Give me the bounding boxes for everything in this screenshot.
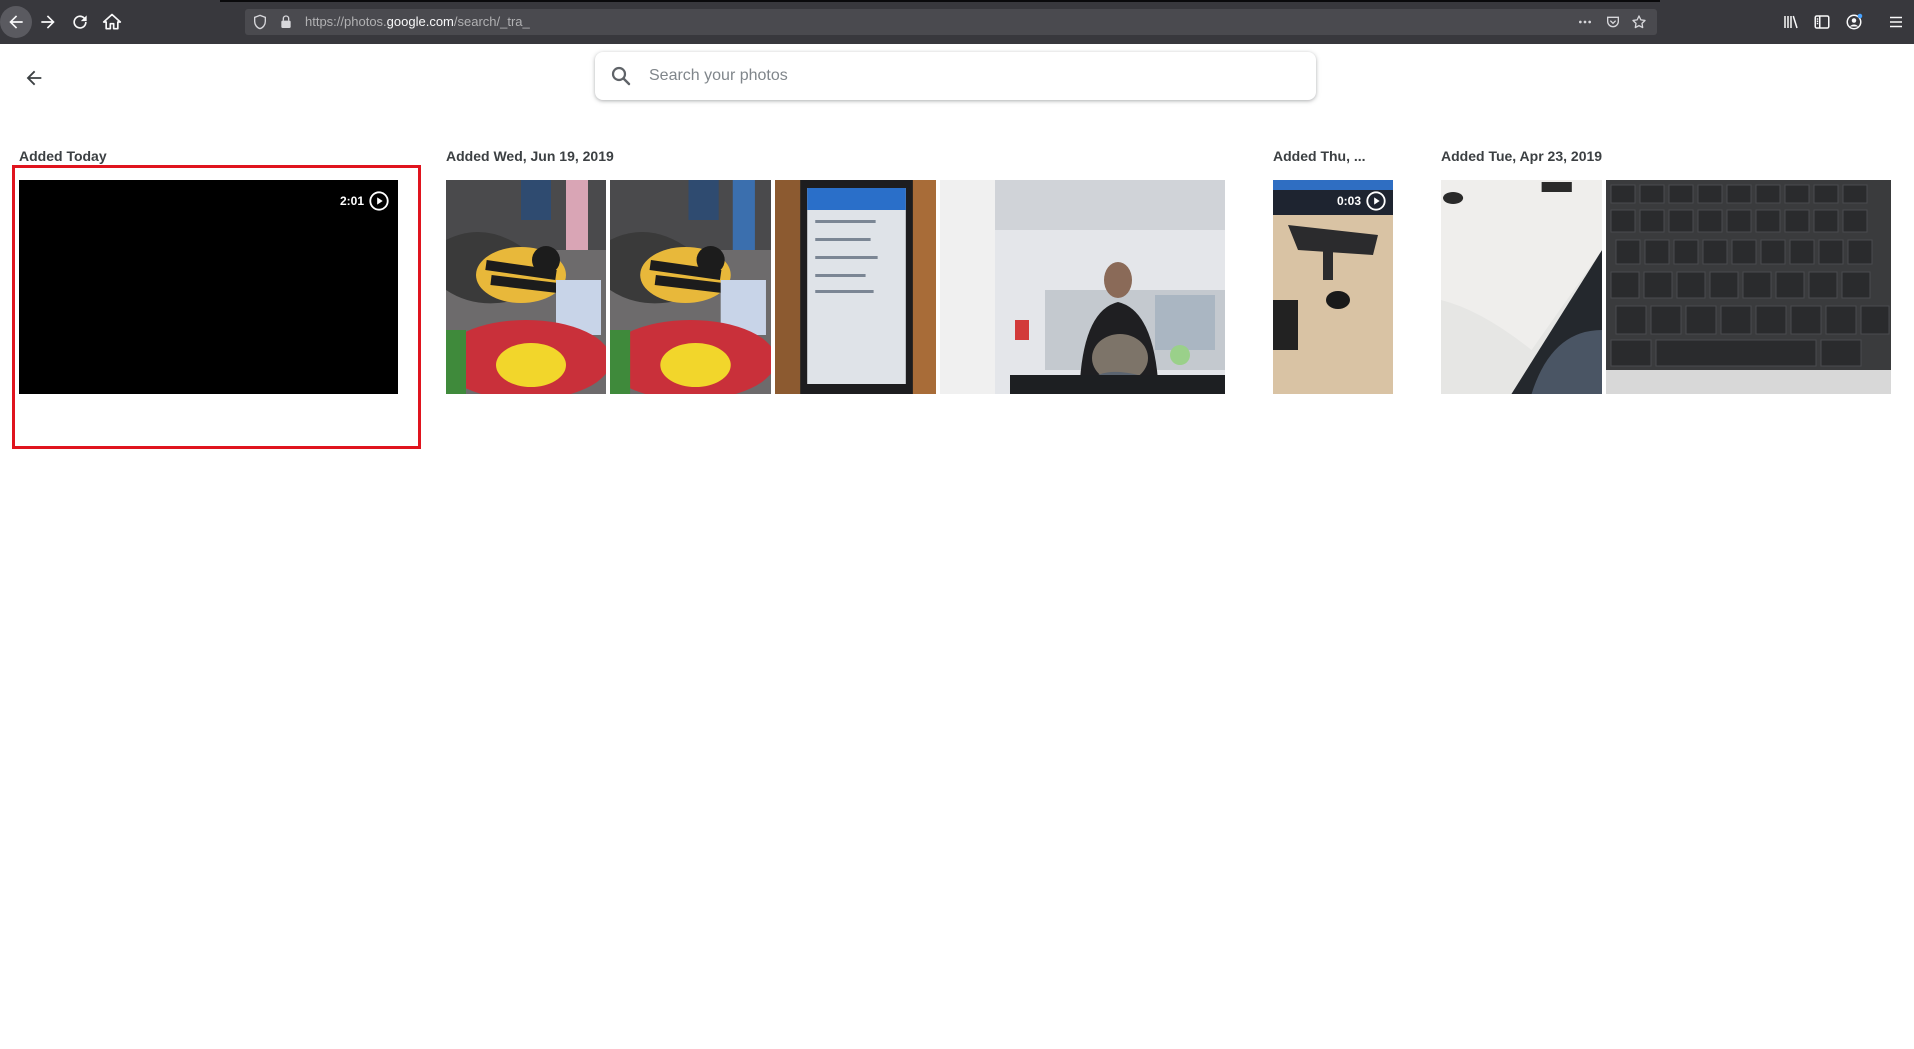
photo-thumbnail[interactable]: [775, 180, 936, 394]
menu-icon[interactable]: [1885, 11, 1907, 33]
photo-phone-screen: [775, 180, 936, 394]
photo-desk-corner: [1441, 180, 1602, 394]
photo-desk-mouse: [1273, 180, 1393, 394]
browser-reload-button[interactable]: [66, 8, 94, 36]
url-prefix: https://photos.: [305, 14, 387, 29]
browser-back-button[interactable]: [0, 6, 32, 38]
lock-icon[interactable]: [277, 13, 295, 31]
account-icon[interactable]: [1843, 11, 1865, 33]
video-duration-badge: 0:03: [1337, 190, 1387, 212]
video-duration-badge: 2:01: [340, 190, 390, 212]
url-text[interactable]: https://photos.google.com/search/_tra_: [305, 14, 530, 29]
search-bar[interactable]: [595, 52, 1316, 100]
sidebar-icon[interactable]: [1811, 11, 1833, 33]
photo-thumbnail[interactable]: [1606, 180, 1891, 394]
photo-thumbnail[interactable]: [610, 180, 771, 394]
photo-thumbnail[interactable]: [1441, 180, 1602, 394]
star-icon[interactable]: [1630, 13, 1648, 31]
back-icon: [9, 15, 23, 29]
more-icon[interactable]: [1576, 13, 1594, 31]
photo-bee-flower: [446, 180, 606, 394]
address-bar[interactable]: https://photos.google.com/search/_tra_: [245, 9, 1657, 35]
play-icon: [1366, 191, 1386, 211]
page-back-button[interactable]: [18, 62, 50, 94]
library-icon[interactable]: [1780, 11, 1802, 33]
browser-toolbar: https://photos.google.com/search/_tra_: [0, 0, 1914, 44]
browser-home-button[interactable]: [98, 8, 126, 36]
group-title-today: Added Today: [19, 148, 107, 164]
shield-icon[interactable]: [251, 13, 269, 31]
reload-icon: [73, 15, 87, 29]
arrow-back-icon: [26, 70, 42, 86]
pocket-icon[interactable]: [1604, 13, 1622, 31]
photo-office: [940, 180, 1225, 394]
video-duration: 0:03: [1336, 194, 1361, 208]
video-thumbnail-today[interactable]: 2:01: [19, 180, 398, 394]
photo-thumbnail[interactable]: [446, 180, 606, 394]
url-domain: google.com: [386, 14, 454, 29]
tab-strip-line: [220, 0, 1660, 2]
home-icon: [102, 13, 122, 30]
video-thumbnail-thu[interactable]: 0:03: [1273, 180, 1393, 394]
search-icon[interactable]: [609, 64, 633, 88]
video-duration: 2:01: [339, 194, 364, 208]
photo-keyboard: [1606, 180, 1891, 394]
photo-thumbnail[interactable]: [940, 180, 1225, 394]
url-path: /search/_tra_: [453, 14, 530, 29]
browser-forward-button[interactable]: [34, 8, 62, 36]
group-title-apr23: Added Tue, Apr 23, 2019: [1441, 148, 1603, 164]
group-title-thu: Added Thu, ...: [1273, 148, 1366, 164]
search-input[interactable]: [649, 62, 1289, 90]
photo-bee-flower: [610, 180, 771, 394]
group-title-jun19: Added Wed, Jun 19, 2019: [446, 148, 614, 164]
forward-icon: [41, 15, 55, 29]
play-icon: [369, 191, 389, 211]
